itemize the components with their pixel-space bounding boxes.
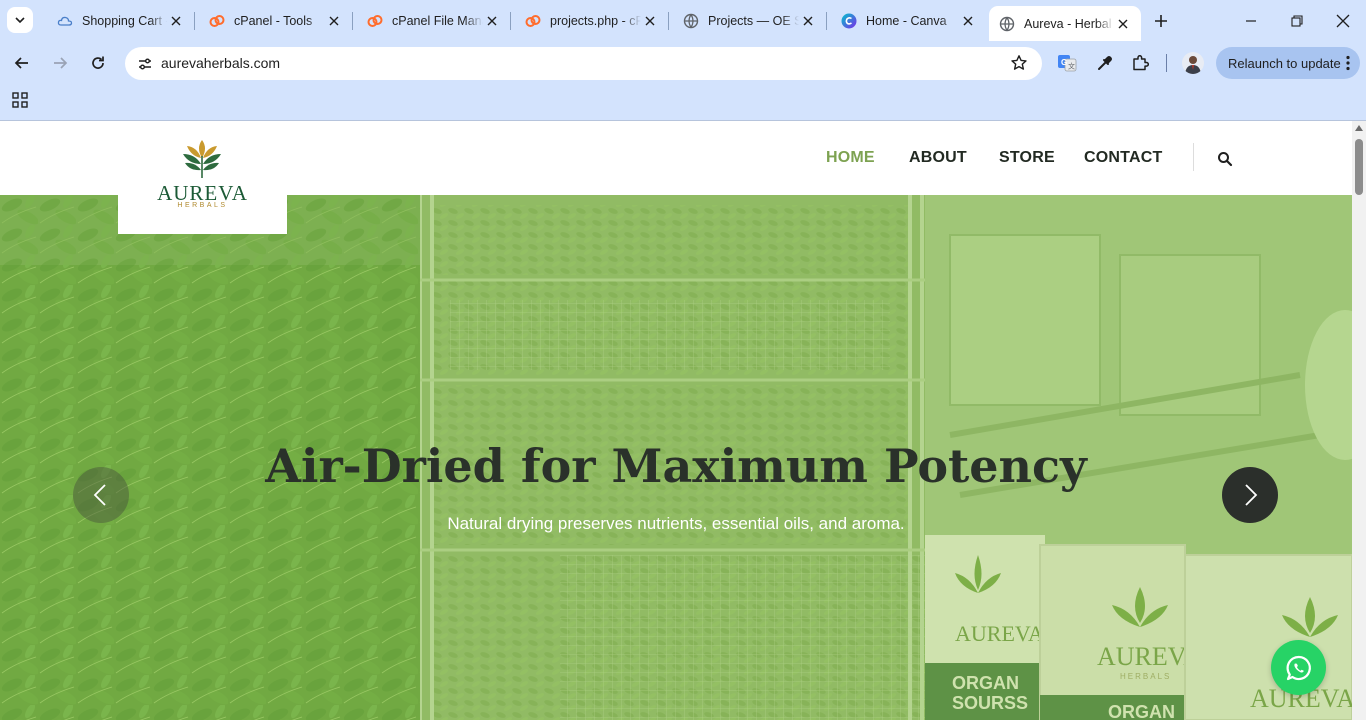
- address-url[interactable]: aurevaherbals.com: [161, 55, 280, 71]
- globe-icon: [999, 16, 1015, 32]
- hero-slider: AUREVA ORGAN SOURSS AUREVA HERBALS ORGAN: [0, 195, 1352, 720]
- close-icon[interactable]: [167, 12, 185, 30]
- tab-title: Home - Canva: [866, 13, 947, 28]
- cloud-icon: [57, 13, 73, 29]
- cpanel-icon: [367, 13, 383, 29]
- svg-text:文: 文: [1068, 62, 1075, 71]
- puzzle-icon: [1133, 54, 1149, 71]
- reload-icon: [92, 56, 104, 69]
- minimize-button[interactable]: [1228, 0, 1274, 41]
- tab-projects-oe[interactable]: Projects — OE St: [670, 0, 827, 41]
- site-info-icon[interactable]: [136, 55, 154, 73]
- new-tab-button[interactable]: [1150, 10, 1172, 32]
- address-bar[interactable]: aurevaherbals.com: [125, 47, 1042, 80]
- nav-store[interactable]: STORE: [999, 149, 1055, 167]
- more-vert-icon[interactable]: [1346, 55, 1350, 74]
- globe-icon: [683, 13, 699, 29]
- page-scrollbar[interactable]: [1352, 121, 1366, 720]
- webpage-viewport: HOME ABOUT STORE CONTACT AUREVA HERBALS: [0, 121, 1352, 720]
- nav-home[interactable]: HOME: [826, 149, 875, 167]
- apps-grid-icon[interactable]: [12, 92, 28, 108]
- tab-title: projects.php - cP: [550, 13, 641, 28]
- tab-title: cPanel File Mana: [392, 13, 483, 28]
- tab-cpanel-file-manager[interactable]: cPanel File Mana: [354, 0, 511, 41]
- eyedropper-extension[interactable]: [1094, 52, 1116, 74]
- google-translate-extension[interactable]: G文: [1056, 52, 1078, 74]
- nav-about[interactable]: ABOUT: [909, 149, 967, 167]
- relaunch-label: Relaunch to update: [1228, 55, 1341, 71]
- translate-icon: G文: [1058, 55, 1077, 72]
- canva-icon: [841, 13, 857, 29]
- reload-button[interactable]: [85, 50, 111, 76]
- tab-canva[interactable]: Home - Canva: [828, 0, 986, 41]
- forward-button[interactable]: [47, 50, 73, 76]
- close-icon[interactable]: [799, 12, 817, 30]
- profile-avatar[interactable]: [1182, 52, 1204, 74]
- eyedropper-icon: [1098, 56, 1112, 70]
- nav-divider: [1193, 143, 1194, 171]
- tab-title: cPanel - Tools: [234, 13, 313, 28]
- tab-title: Aureva - Herbal: [1024, 16, 1112, 31]
- search-icon[interactable]: [1217, 151, 1233, 167]
- close-icon[interactable]: [1114, 15, 1132, 33]
- hero-title: Air-Dried for Maximum Potency: [265, 439, 1087, 493]
- cpanel-icon: [525, 13, 541, 29]
- hero-subtitle: Natural drying preserves nutrients, esse…: [447, 514, 905, 533]
- tab-projects-php[interactable]: projects.php - cP: [512, 0, 669, 41]
- tab-shopping-cart[interactable]: Shopping Cart -: [44, 0, 195, 41]
- scroll-thumb[interactable]: [1355, 139, 1363, 195]
- leaf-logo-icon: [183, 140, 221, 178]
- close-icon[interactable]: [483, 12, 501, 30]
- nav-contact[interactable]: CONTACT: [1084, 149, 1162, 167]
- tab-aureva-active[interactable]: Aureva - Herbal: [989, 6, 1141, 41]
- browser-tab-strip: Shopping Cart - cPanel - Tools cPanel Fi…: [0, 0, 1366, 41]
- close-icon[interactable]: [325, 12, 343, 30]
- chevron-right-icon: [1245, 484, 1258, 506]
- svg-text:G: G: [1061, 58, 1067, 67]
- cpanel-icon: [209, 13, 225, 29]
- extensions-button[interactable]: [1129, 52, 1151, 74]
- close-icon: [1336, 14, 1350, 27]
- tab-title: Shopping Cart -: [82, 13, 167, 28]
- whatsapp-chat-button[interactable]: [1271, 640, 1326, 695]
- relaunch-to-update-button[interactable]: Relaunch to update: [1216, 47, 1360, 79]
- restore-button[interactable]: [1274, 0, 1320, 41]
- chevron-down-icon: [15, 17, 25, 24]
- scroll-up-arrow[interactable]: [1355, 125, 1363, 131]
- chevron-left-icon: [93, 484, 106, 506]
- logo-subtitle: HERBALS: [177, 202, 228, 209]
- whatsapp-icon: [1286, 655, 1311, 680]
- arrow-right-icon: [54, 57, 68, 69]
- bookmark-star-icon[interactable]: [1010, 54, 1028, 72]
- minimize-icon: [1246, 19, 1256, 22]
- site-logo[interactable]: AUREVA HERBALS: [118, 121, 287, 234]
- slider-next-button[interactable]: [1222, 467, 1278, 523]
- window-close-button[interactable]: [1320, 0, 1366, 41]
- arrow-left-icon: [14, 57, 28, 69]
- restore-icon: [1291, 14, 1303, 27]
- close-icon[interactable]: [959, 12, 977, 30]
- tab-search-button[interactable]: [7, 7, 33, 33]
- toolbar-divider: [1166, 54, 1167, 72]
- tab-title: Projects — OE St: [708, 13, 799, 28]
- slider-prev-button[interactable]: [73, 467, 129, 523]
- close-icon[interactable]: [641, 12, 659, 30]
- back-button[interactable]: [9, 50, 35, 76]
- plus-icon: [1155, 15, 1167, 27]
- tab-cpanel-tools[interactable]: cPanel - Tools: [196, 0, 353, 41]
